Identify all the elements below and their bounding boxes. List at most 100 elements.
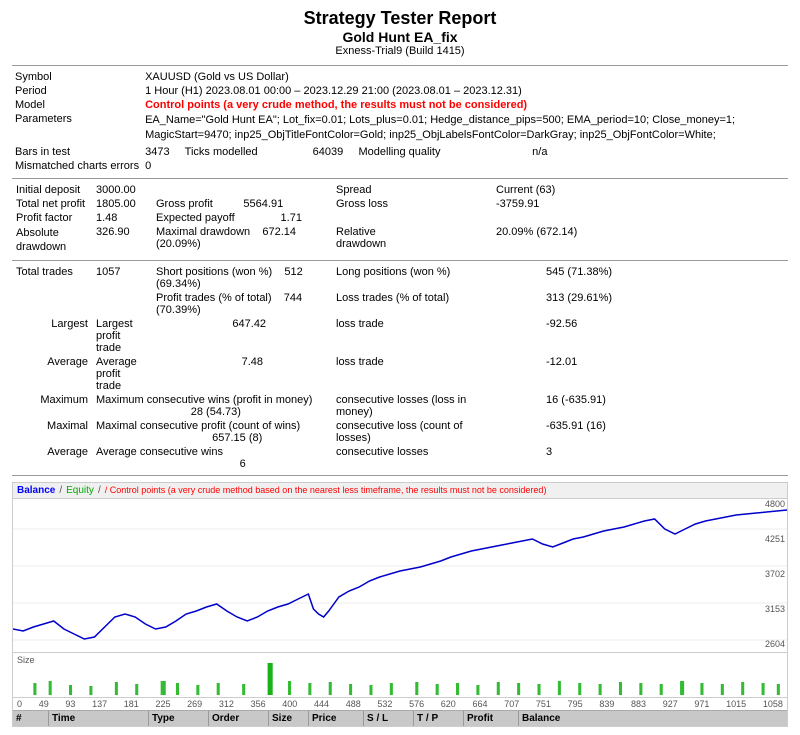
total-trades-value: 1057 (92, 265, 152, 291)
col-profit: Profit (464, 711, 519, 726)
bars-label: Bars in test (12, 145, 142, 159)
legend-control: / Control points (a very crude method ba… (105, 485, 547, 495)
col-tp: T / P (414, 711, 464, 726)
x-label: 225 (155, 699, 170, 709)
profit-factor-value: 1.48 (92, 211, 152, 225)
size-chart-svg (13, 653, 787, 696)
relative-drawdown-value: 20.09% (672.14) (492, 225, 788, 256)
maximal-consec-loss-label: consecutive loss (count of losses) (332, 419, 482, 445)
spread-label: Spread (332, 183, 432, 197)
x-label: 312 (219, 699, 234, 709)
col-hash: # (13, 711, 49, 726)
largest-loss-value: -92.56 (542, 317, 788, 355)
col-order: Order (209, 711, 269, 726)
max-consec-losses-value: 16 (-635.91) (542, 393, 788, 419)
x-label: 707 (504, 699, 519, 709)
x-label: 751 (536, 699, 551, 709)
largest-profit-value: 647.42 (232, 318, 266, 330)
period-value: 1 Hour (H1) 2023.08.01 00:00 – 2023.12.2… (142, 84, 788, 98)
average-consec-wins-value: 6 (240, 458, 246, 470)
x-label: 664 (473, 699, 488, 709)
x-label: 356 (251, 699, 266, 709)
legend-equity: Equity (66, 485, 94, 496)
gross-profit-label: Gross profit (156, 198, 213, 210)
ticks-label: Ticks modelled (185, 146, 258, 158)
modelling-label: Modelling quality (359, 146, 441, 158)
profit-factor-label: Profit factor (12, 211, 92, 225)
model-value: Control points (a very crude method, the… (142, 98, 788, 112)
gross-loss-value: -3759.91 (492, 197, 788, 211)
x-label: 532 (377, 699, 392, 709)
legend-balance: Balance (17, 485, 55, 496)
x-label: 927 (663, 699, 678, 709)
report-title: Strategy Tester Report (12, 8, 788, 29)
modelling-value: n/a (532, 146, 547, 158)
relative-drawdown-label: Relative drawdown (332, 225, 432, 256)
col-price: Price (309, 711, 364, 726)
average-profit-label: Average profit trade (92, 355, 152, 393)
build-info: Exness-Trial9 (Build 1415) (12, 45, 788, 57)
maximal-consec-profit-value: 657.15 (8) (212, 432, 262, 444)
gross-profit-value: 5564.91 (243, 198, 283, 210)
x-label: 488 (346, 699, 361, 709)
expected-payoff-value: 1.71 (281, 212, 302, 224)
model-label: Model (12, 98, 142, 112)
x-label: 576 (409, 699, 424, 709)
maximal-consec-profit-label: Maximal consecutive profit (count of win… (92, 419, 332, 445)
params-value: EA_Name="Gold Hunt EA"; Lot_fix=0.01; Lo… (142, 112, 788, 145)
largest-profit-label: Largest (12, 317, 92, 355)
average-consec-wins-label: Average consecutive wins 6 (92, 445, 332, 471)
profit-trades-label: Profit trades (% of total) (156, 292, 272, 304)
mismatched-value: 0 (142, 159, 788, 174)
maximum-label: Maximum (12, 393, 92, 419)
total-trades-label: Total trades (12, 265, 92, 291)
chart-container: Balance / Equity / / Control points (a v… (12, 482, 788, 727)
ticks-value: 64039 (313, 146, 344, 158)
mismatched-label: Mismatched charts errors (12, 159, 142, 174)
expected-payoff-label: Expected payoff (156, 212, 235, 224)
x-axis: 0 49 93 137 181 225 269 312 356 400 444 … (13, 697, 787, 710)
col-balance: Balance (519, 711, 579, 726)
col-size: Size (269, 711, 309, 726)
net-profit-label: Total net profit (12, 197, 92, 211)
x-label: 181 (124, 699, 139, 709)
bars-value: 3473 (145, 146, 169, 158)
abs-drawdown-value: 326.90 (92, 225, 152, 256)
col-time: Time (49, 711, 149, 726)
average-loss-label: loss trade (332, 355, 482, 393)
period-label: Period (12, 84, 142, 98)
x-label: 0 (17, 699, 22, 709)
params-label: Parameters (12, 112, 142, 145)
initial-deposit-value: 3000.00 (92, 183, 152, 197)
loss-trades-value: 313 (29.61%) (542, 291, 788, 317)
balance-chart (13, 499, 787, 649)
maximal-label: Maximal (12, 419, 92, 445)
x-label: 137 (92, 699, 107, 709)
maximal-drawdown-label: Maximal drawdown (156, 226, 250, 238)
ea-name: Gold Hunt EA_fix (12, 29, 788, 45)
short-pos-label: Short positions (won %) (156, 266, 272, 278)
average-consec-losses-label: consecutive losses (332, 445, 482, 471)
x-label: 444 (314, 699, 329, 709)
net-profit-value: 1805.00 (92, 197, 152, 211)
x-label: 49 (39, 699, 49, 709)
x-label: 839 (599, 699, 614, 709)
largest-profit-label2: Largest profit trade (92, 317, 152, 355)
col-sl: S / L (364, 711, 414, 726)
gross-loss-label: Gross loss (332, 197, 432, 211)
initial-deposit-label: Initial deposit (12, 183, 92, 197)
spread-value: Current (63) (492, 183, 788, 197)
table-header: # Time Type Order Size Price S / L T / P… (13, 710, 787, 726)
x-label: 93 (65, 699, 75, 709)
max-consec-losses-label: consecutive losses (loss in money) (332, 393, 482, 419)
chart-header: Balance / Equity / / Control points (a v… (13, 483, 787, 499)
average-consec-losses-value: 3 (542, 445, 788, 471)
x-label: 795 (568, 699, 583, 709)
size-chart: Size (13, 652, 787, 697)
symbol-value: XAUUSD (Gold vs US Dollar) (142, 70, 788, 84)
x-label: 1058 (763, 699, 783, 709)
x-label: 883 (631, 699, 646, 709)
long-pos-label: Long positions (won %) (332, 265, 482, 291)
loss-trades-label: Loss trades (% of total) (332, 291, 482, 317)
average-profit-value: 7.48 (242, 356, 263, 368)
